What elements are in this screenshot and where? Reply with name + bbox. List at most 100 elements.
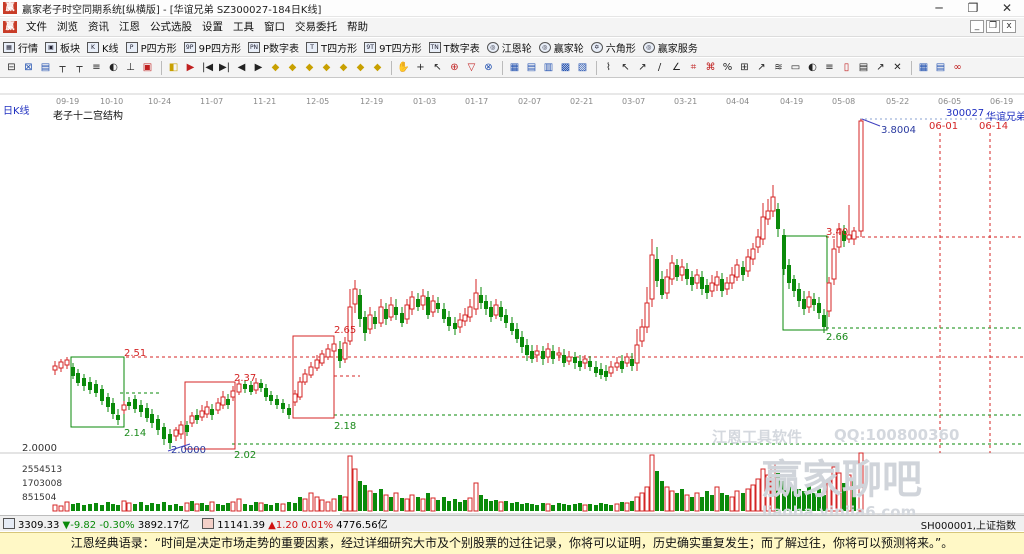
- tool-icon[interactable]: ◆: [370, 61, 385, 75]
- tool-icon[interactable]: ┬: [72, 61, 87, 75]
- tool-icon[interactable]: ▩: [558, 61, 573, 75]
- menu-info[interactable]: 资讯: [83, 18, 114, 37]
- tool-icon[interactable]: ▶|: [217, 61, 232, 75]
- menu-gann[interactable]: 江恩: [114, 18, 145, 37]
- tool-icon[interactable]: ▶: [183, 61, 198, 75]
- volume-bar: [280, 503, 286, 512]
- tool-icon[interactable]: ◆: [319, 61, 334, 75]
- tool-icon[interactable]: ∞: [950, 61, 965, 75]
- tool-icon[interactable]: ▶: [251, 61, 266, 75]
- tool-icon[interactable]: +: [413, 61, 428, 75]
- tool-icon[interactable]: ▥: [541, 61, 556, 75]
- tool-icon[interactable]: ≋: [771, 61, 786, 75]
- menu-app-icon[interactable]: 赢: [3, 21, 17, 33]
- tool-icon[interactable]: ▦: [507, 61, 522, 75]
- tool-icon[interactable]: ⌘: [703, 61, 718, 75]
- candle-body: [253, 382, 259, 391]
- tool-icon[interactable]: ◧: [166, 61, 181, 75]
- menu-file[interactable]: 文件: [21, 18, 52, 37]
- toolbar-button-4[interactable]: 9P 9P四方形: [183, 40, 241, 55]
- market-icon[interactable]: [3, 518, 15, 529]
- shenzhen-index[interactable]: 11141.39 ▲1.20 0.01% 4776.56亿: [217, 516, 387, 531]
- tool-icon[interactable]: ◐: [106, 61, 121, 75]
- tool-icon[interactable]: ▽: [464, 61, 479, 75]
- tool-icon[interactable]: ◀: [234, 61, 249, 75]
- toolbar-button-8[interactable]: TN T数字表: [428, 40, 480, 55]
- tool-icon[interactable]: ◆: [302, 61, 317, 75]
- tool-icon[interactable]: ⊕: [447, 61, 462, 75]
- tool-icon[interactable]: ┬: [55, 61, 70, 75]
- menu-settings[interactable]: 设置: [197, 18, 228, 37]
- tool-icon[interactable]: ◆: [336, 61, 351, 75]
- restore-button[interactable]: ❐: [956, 0, 990, 17]
- tool-icon[interactable]: ▤: [933, 61, 948, 75]
- tool-icon[interactable]: ⊠: [21, 61, 36, 75]
- menu-trade[interactable]: 交易委托: [290, 18, 342, 37]
- tool-icon[interactable]: ▧: [575, 61, 590, 75]
- tool-icon[interactable]: ✕: [890, 61, 905, 75]
- tool-icon[interactable]: /: [652, 61, 667, 75]
- date-tick: 05-08: [832, 97, 856, 106]
- mdi-close-button[interactable]: x: [1002, 20, 1016, 33]
- toolbar-button-9[interactable]: ◎ 江恩轮: [486, 40, 532, 55]
- tool-icon[interactable]: ↖: [430, 61, 445, 75]
- tool-icon[interactable]: ✋: [396, 61, 411, 75]
- tool-icon[interactable]: ◆: [353, 61, 368, 75]
- tool-icon[interactable]: ⌇: [601, 61, 616, 75]
- mdi-minimize-button[interactable]: _: [970, 20, 984, 33]
- current-index-label[interactable]: SH000001,上证指数: [921, 517, 1016, 532]
- tool-icon[interactable]: ◆: [285, 61, 300, 75]
- tool-icon[interactable]: ≡: [822, 61, 837, 75]
- toolbar-button-12[interactable]: ◎ 赢家服务: [642, 40, 698, 55]
- tool-icon[interactable]: ⊟: [4, 61, 19, 75]
- candle-body: [802, 299, 806, 309]
- close-button[interactable]: ✕: [990, 0, 1024, 17]
- tool-icon[interactable]: ↗: [873, 61, 888, 75]
- tool-icon[interactable]: ▣: [140, 61, 155, 75]
- toolbar-button-2[interactable]: K K线: [87, 40, 119, 55]
- toolbar-button-0[interactable]: ▦ 行情: [3, 40, 38, 55]
- toolbar-button-6[interactable]: T T四方形: [306, 40, 357, 55]
- toolbar-button-11[interactable]: ✡ 六角形: [590, 40, 636, 55]
- toolbar-button-5[interactable]: PN P数字表: [248, 40, 299, 55]
- toolbar-button-1[interactable]: ▣ 板块: [45, 40, 80, 55]
- menu-window[interactable]: 窗口: [259, 18, 290, 37]
- toolbar-button-3[interactable]: P P四方形: [125, 40, 177, 55]
- tool-icon[interactable]: ▦: [916, 61, 931, 75]
- tool-icon[interactable]: ≡: [89, 61, 104, 75]
- tool-icon[interactable]: ↗: [754, 61, 769, 75]
- candle-body: [363, 317, 367, 333]
- tool-icon[interactable]: ◆: [268, 61, 283, 75]
- volume-bar: [479, 495, 483, 511]
- tool-icon[interactable]: ↗: [635, 61, 650, 75]
- menu-browse[interactable]: 浏览: [52, 18, 83, 37]
- tool-icon[interactable]: %: [720, 61, 735, 75]
- menu-tools[interactable]: 工具: [228, 18, 259, 37]
- tool-icon[interactable]: ↖: [618, 61, 633, 75]
- shanghai-index[interactable]: 3309.33 ▼-9.82 -0.30% 3892.17亿: [18, 516, 189, 531]
- toolbar-button-7[interactable]: 9T 9T四方形: [364, 40, 422, 55]
- tool-icon[interactable]: |◀: [200, 61, 215, 75]
- candle-body: [582, 358, 588, 364]
- tool-icon[interactable]: ▭: [788, 61, 803, 75]
- menu-formula-screen[interactable]: 公式选股: [145, 18, 197, 37]
- tool-icon[interactable]: ▤: [856, 61, 871, 75]
- tool-icon[interactable]: ⊥: [123, 61, 138, 75]
- mdi-restore-button[interactable]: ❐: [986, 20, 1000, 33]
- tool-icon[interactable]: ◐: [805, 61, 820, 75]
- tool-icon[interactable]: ⊞: [737, 61, 752, 75]
- candle-body: [325, 348, 331, 358]
- tool-icon[interactable]: ⌗: [686, 61, 701, 75]
- tool-icon[interactable]: ▯: [839, 61, 854, 75]
- menu-help[interactable]: 帮助: [342, 18, 373, 37]
- tool-icon[interactable]: ∠: [669, 61, 684, 75]
- shenzhen-icon[interactable]: [202, 518, 215, 529]
- kline-chart[interactable]: 日K线 老子十二宫结构 300027 华谊兄弟 09-19 10-10 10-24 11-07…: [0, 79, 1024, 531]
- candle-body: [297, 381, 303, 398]
- tool-icon[interactable]: ▤: [524, 61, 539, 75]
- toolbar-button-10[interactable]: ◎ 赢家轮: [538, 40, 584, 55]
- volume-bar: [243, 504, 247, 511]
- tool-icon[interactable]: ▤: [38, 61, 53, 75]
- minimize-button[interactable]: ─: [922, 0, 956, 17]
- tool-icon[interactable]: ⊗: [481, 61, 496, 75]
